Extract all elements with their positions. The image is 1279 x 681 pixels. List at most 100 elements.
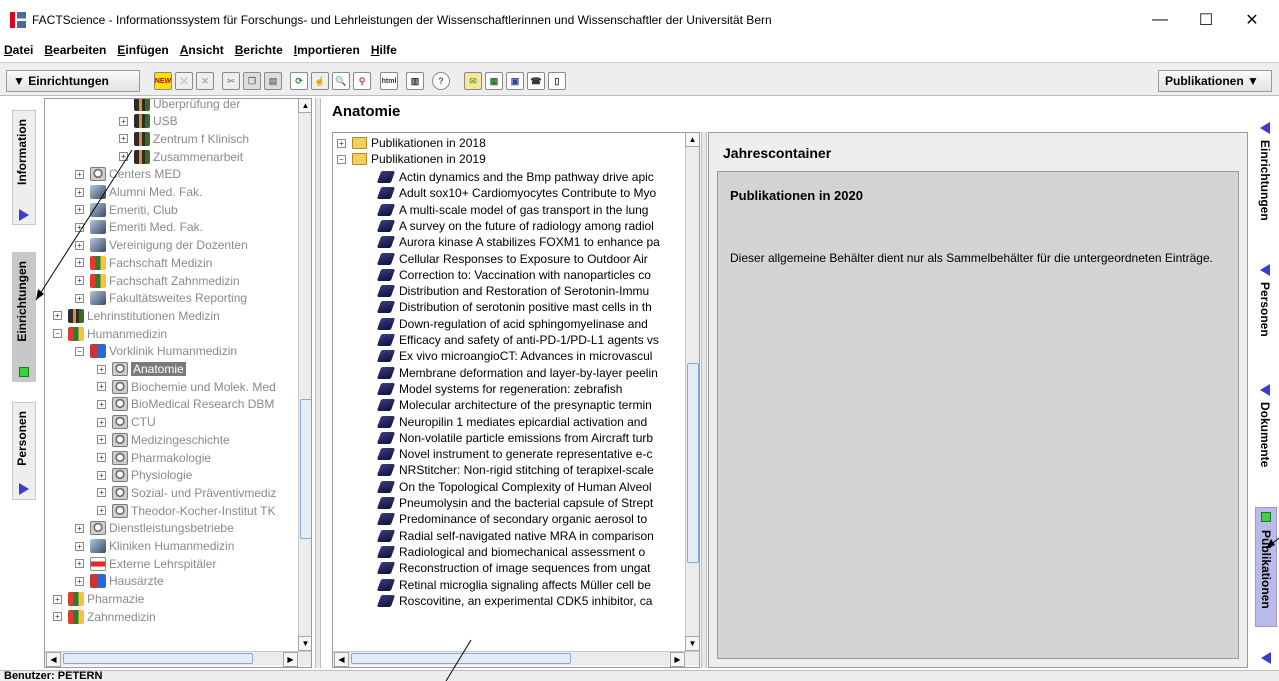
tree-vertical-scrollbar[interactable]: ▲ ▼ [298,99,311,651]
expand-toggle-icon[interactable]: + [53,311,62,321]
publication-item[interactable]: NRStitcher: Non-rigid stitching of terap… [376,462,654,478]
expand-toggle-icon[interactable]: + [97,453,106,462]
list-horizontal-scrollbar[interactable]: ◀ ▶ [333,651,699,667]
collapse-arrow-icon[interactable] [1261,652,1271,664]
expand-toggle-icon[interactable]: + [75,559,84,569]
scroll-thumb[interactable] [351,653,571,664]
help-icon[interactable]: ? [432,72,450,90]
publication-item[interactable]: Cellular Responses to Exposure to Outdoo… [376,251,648,267]
publication-item[interactable]: Radial self-navigated native MRA in comp… [376,528,654,544]
tree-node[interactable]: + Zentrum f Klinisch [119,130,249,147]
menu-ansicht[interactable]: Ansicht [180,43,224,57]
tree-node[interactable]: Überprüfung der [119,99,240,112]
publication-item[interactable]: Reconstruction of image sequences from u… [376,560,650,576]
tree-node[interactable]: + Fakultätsweites Reporting [75,290,247,307]
expand-toggle-icon[interactable]: + [97,506,106,516]
publication-item[interactable]: Actin dynamics and the Bmp pathway drive… [376,169,654,185]
tab-personen[interactable]: Personen [12,402,36,500]
publication-item[interactable]: Neuropilin 1 mediates epicardial activat… [376,414,647,430]
publication-item[interactable]: Distribution of serotonin positive mast … [376,299,652,315]
collapse-toggle-icon[interactable]: − [75,346,84,356]
tree-node[interactable]: + Pharmazie [53,591,144,608]
strike-icon[interactable]: ⤫ [175,72,193,90]
expand-toggle-icon[interactable]: + [97,399,106,409]
publication-item[interactable]: Distribution and Restoration of Serotoni… [376,283,649,299]
expand-toggle-icon[interactable]: + [75,523,84,533]
tree-node[interactable]: − Humanmedizin [53,325,167,342]
publication-item[interactable]: Membrane deformation and layer-by-layer … [376,365,658,381]
expand-toggle-icon[interactable]: + [97,417,106,427]
tree-node[interactable]: + Anatomie [97,361,186,378]
publication-item[interactable]: Efficacy and safety of anti-PD-1/PD-L1 a… [376,332,659,348]
menu-datei[interactable]: Datei [4,43,33,57]
einrichtungen-dropdown[interactable]: ▼ Einrichtungen [6,70,140,92]
tree-node[interactable]: + Emeriti, Club [75,201,178,218]
scroll-left-icon[interactable]: ◀ [46,652,61,667]
expand-toggle-icon[interactable]: + [75,293,84,303]
expand-toggle-icon[interactable]: + [75,222,84,232]
list-vertical-scrollbar[interactable]: ▲ ▼ [685,133,699,651]
publication-item[interactable]: A survey on the future of radiology amon… [376,218,654,234]
html-icon[interactable]: html [380,72,398,90]
publication-item[interactable]: Retinal microglia signaling affects Müll… [376,577,651,593]
tree-node[interactable]: + Biochemie und Molek. Med [97,378,276,395]
publikationen-dropdown[interactable]: Publikationen ▼ [1158,70,1272,92]
menu-importieren[interactable]: Importieren [294,43,360,57]
folder-node[interactable]: − Publikationen in 2019 [337,151,486,167]
collapse-toggle-icon[interactable]: − [53,329,62,339]
tree-node[interactable]: + Medizingeschichte [97,431,230,448]
mail-icon[interactable]: ✉ [464,72,482,90]
scroll-up-icon[interactable]: ▲ [298,99,311,113]
publication-item[interactable]: Novel instrument to generate representat… [376,446,652,462]
expand-toggle-icon[interactable]: + [53,612,62,622]
tree-node[interactable]: − Vorklinik Humanmedizin [75,343,237,360]
publication-item[interactable]: A multi-scale model of gas transport in … [376,202,648,218]
new-icon[interactable]: NEW [154,72,172,90]
collapse-toggle-icon[interactable]: − [337,154,346,164]
find-icon[interactable]: ⚲ [353,72,371,90]
publication-item[interactable]: On the Topological Complexity of Human A… [376,479,652,495]
tree-node[interactable]: + Sozial- und Präventivmediz [97,484,276,501]
tree-node[interactable]: + Hausärzte [75,573,164,590]
phone-icon[interactable]: ☎ [527,72,545,90]
publication-item[interactable]: Down-regulation of acid sphingomyelinase… [376,316,648,332]
scroll-up-icon[interactable]: ▲ [685,133,699,147]
menu-einfuegen[interactable]: Einfügen [117,43,168,57]
expand-toggle-icon[interactable]: + [75,169,84,179]
tree-node[interactable]: + Centers MED [75,166,181,183]
publication-item[interactable]: Molecular architecture of the presynapti… [376,397,652,413]
close-button[interactable]: ✕ [1229,8,1275,32]
tree-node[interactable]: + Theodor-Kocher-Institut TK [97,502,276,519]
expand-toggle-icon[interactable]: + [119,116,128,126]
expand-toggle-icon[interactable]: + [97,435,106,445]
tree-node[interactable]: + CTU [97,414,156,431]
book-icon[interactable]: ▯ [548,72,566,90]
tree-node[interactable]: + BioMedical Research DBM [97,396,274,413]
publication-item[interactable]: Ex vivo microangioCT: Advances in microv… [376,348,652,364]
minimize-button[interactable]: — [1137,8,1183,32]
expand-toggle-icon[interactable]: + [97,382,106,392]
publication-item[interactable]: Aurora kinase A stabilizes FOXM1 to enha… [376,234,660,250]
scroll-thumb[interactable] [63,653,253,664]
expand-toggle-icon[interactable]: + [75,205,84,215]
tree-node[interactable]: + Kliniken Humanmedizin [75,538,234,555]
expand-toggle-icon[interactable]: + [75,276,84,285]
expand-toggle-icon[interactable]: + [119,152,128,162]
expand-toggle-icon[interactable]: + [119,134,128,144]
tree-node[interactable]: + Emeriti Med. Fak. [75,219,203,236]
scroll-right-icon[interactable]: ▶ [283,652,298,667]
menu-bearbeiten[interactable]: Bearbeiten [44,43,106,57]
left-splitter[interactable] [315,98,321,668]
scroll-down-icon[interactable]: ▼ [685,636,699,651]
menu-berichte[interactable]: Berichte [235,43,283,57]
search-icon[interactable]: 🔍 [332,72,350,90]
menu-hilfe[interactable]: Hilfe [371,43,397,57]
chart-icon[interactable]: ▦ [485,72,503,90]
expand-toggle-icon[interactable]: + [75,576,84,586]
tree-node[interactable]: + Vereinigung der Dozenten [75,237,248,254]
scroll-right-icon[interactable]: ▶ [670,652,685,667]
publication-item[interactable]: Non-volatile particle emissions from Air… [376,430,653,446]
expand-toggle-icon[interactable]: + [97,364,106,374]
tree-node[interactable]: + USB [119,113,178,130]
tab-information[interactable]: Information [12,110,36,225]
